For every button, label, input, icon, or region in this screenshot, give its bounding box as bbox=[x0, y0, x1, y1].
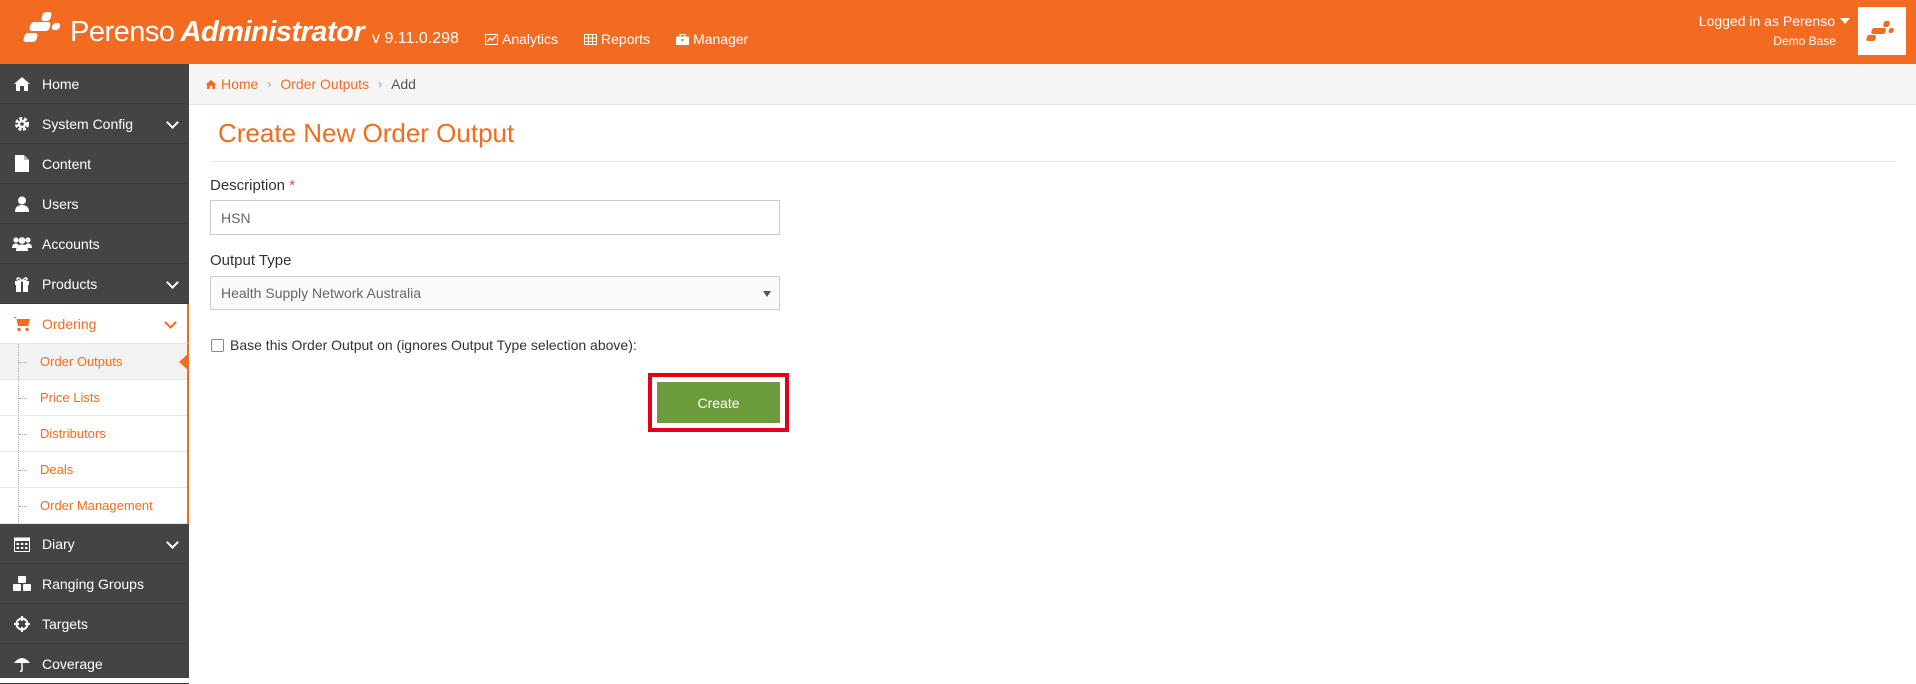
breadcrumb-current: Add bbox=[391, 76, 416, 92]
base-order-output-label: Base this Order Output on (ignores Outpu… bbox=[230, 337, 637, 353]
sidebar-item-targets[interactable]: Targets bbox=[0, 604, 189, 644]
breadcrumb: Home › Order Outputs › Add bbox=[189, 64, 1916, 105]
sidebar-item-users[interactable]: Users bbox=[0, 184, 189, 224]
nav-reports-label: Reports bbox=[601, 31, 651, 47]
table-icon bbox=[584, 33, 598, 45]
brand[interactable]: Perenso Administrator bbox=[22, 10, 365, 54]
chevron-down-icon bbox=[166, 276, 179, 289]
brand-name: Perenso bbox=[70, 15, 175, 48]
brand-suffix: Administrator bbox=[180, 15, 365, 48]
sidebar: Home System Config Content Users Account… bbox=[0, 64, 189, 684]
chevron-right-icon: › bbox=[378, 77, 383, 91]
submenu-item-order-outputs[interactable]: Order Outputs bbox=[0, 344, 189, 380]
database-name: Demo Base bbox=[1773, 34, 1836, 48]
home-icon bbox=[205, 79, 217, 89]
breadcrumb-home-label: Home bbox=[221, 76, 259, 92]
chart-icon bbox=[485, 33, 498, 45]
top-nav: Analytics Reports Manager bbox=[485, 31, 774, 47]
submenu-item-deals[interactable]: Deals bbox=[0, 452, 187, 488]
perenso-logo-icon bbox=[22, 12, 64, 52]
page-title: Create New Order Output bbox=[218, 118, 515, 148]
file-icon bbox=[12, 154, 32, 174]
required-marker: * bbox=[289, 177, 296, 194]
submenu-item-label: Distributors bbox=[40, 426, 106, 441]
chevron-down-icon bbox=[166, 116, 179, 129]
home-icon bbox=[12, 74, 32, 94]
output-type-value: Health Supply Network Australia bbox=[221, 285, 421, 301]
sidebar-item-products[interactable]: Products bbox=[0, 264, 189, 304]
umbrella-icon bbox=[12, 654, 32, 674]
sidebar-item-content[interactable]: Content bbox=[0, 144, 189, 184]
breadcrumb-order-outputs[interactable]: Order Outputs bbox=[280, 76, 369, 92]
output-type-label: Output Type bbox=[210, 252, 292, 269]
output-type-select[interactable]: Health Supply Network Australia bbox=[210, 276, 780, 310]
sidebar-item-label: Ranging Groups bbox=[42, 575, 144, 592]
caret-down-icon bbox=[1840, 18, 1850, 24]
gear-icon bbox=[12, 114, 32, 134]
submenu-item-label: Order Outputs bbox=[40, 354, 123, 369]
caret-down-icon bbox=[763, 291, 771, 297]
sidebar-item-accounts[interactable]: Accounts bbox=[0, 224, 189, 264]
sidebar-item-label: Users bbox=[42, 195, 79, 212]
crosshairs-icon bbox=[12, 614, 32, 634]
chevron-down-icon bbox=[166, 536, 179, 549]
submenu-item-distributors[interactable]: Distributors bbox=[0, 416, 187, 452]
sidebar-item-coverage[interactable]: Coverage bbox=[0, 644, 189, 684]
user-menu[interactable]: Logged in as Perenso Demo Base bbox=[1699, 13, 1850, 48]
nav-reports[interactable]: Reports bbox=[584, 31, 650, 47]
active-pointer-icon bbox=[179, 353, 189, 371]
breadcrumb-home[interactable]: Home bbox=[205, 76, 258, 92]
description-value: HSN bbox=[221, 209, 251, 226]
sidebar-item-diary[interactable]: Diary bbox=[0, 524, 189, 564]
submenu-item-order-management[interactable]: Order Management bbox=[0, 488, 187, 524]
create-button[interactable]: Create bbox=[657, 382, 780, 423]
base-order-output-checkbox[interactable] bbox=[211, 339, 224, 352]
sidebar-item-label: Content bbox=[42, 155, 92, 172]
description-label: Description * bbox=[210, 177, 296, 194]
sidebar-item-home[interactable]: Home bbox=[0, 64, 189, 104]
sidebar-item-label: Ordering bbox=[42, 315, 97, 332]
company-logo-icon[interactable] bbox=[1858, 7, 1906, 55]
gift-icon bbox=[12, 274, 32, 294]
sidebar-item-label: Diary bbox=[42, 535, 75, 552]
cubes-icon bbox=[12, 574, 32, 594]
sidebar-item-label: Home bbox=[42, 75, 80, 92]
sidebar-item-ordering[interactable]: Ordering bbox=[0, 304, 189, 344]
sidebar-item-system-config[interactable]: System Config bbox=[0, 104, 189, 144]
sidebar-item-label: Coverage bbox=[42, 655, 103, 672]
sidebar-item-label: System Config bbox=[42, 115, 134, 132]
submenu-item-label: Price Lists bbox=[40, 390, 100, 405]
chevron-down-icon bbox=[164, 316, 177, 329]
title-divider bbox=[210, 161, 1896, 162]
nav-manager[interactable]: Manager bbox=[676, 31, 748, 47]
description-field[interactable]: HSN bbox=[210, 200, 780, 235]
chevron-right-icon: › bbox=[267, 77, 272, 91]
cart-icon bbox=[12, 314, 32, 334]
sidebar-item-label: Targets bbox=[42, 615, 88, 632]
top-bar: Perenso Administrator v 9.11.0.298 Analyt… bbox=[0, 0, 1916, 64]
sidebar-item-label: Accounts bbox=[42, 235, 100, 252]
nav-analytics[interactable]: Analytics bbox=[485, 31, 558, 47]
version-label: v 9.11.0.298 bbox=[372, 30, 459, 47]
submenu-item-price-lists[interactable]: Price Lists bbox=[0, 380, 187, 416]
calendar-icon bbox=[12, 534, 32, 554]
sidebar-item-label: Products bbox=[42, 275, 98, 292]
sidebar-item-ranging-groups[interactable]: Ranging Groups bbox=[0, 564, 189, 604]
logged-in-text: Logged in as Perenso bbox=[1698, 13, 1835, 29]
nav-manager-label: Manager bbox=[693, 31, 749, 47]
user-icon bbox=[12, 194, 32, 214]
briefcase-icon bbox=[676, 33, 690, 45]
submenu-item-label: Order Management bbox=[40, 498, 153, 513]
users-icon bbox=[12, 234, 32, 254]
nav-analytics-label: Analytics bbox=[502, 31, 559, 47]
ordering-submenu: Order Outputs Price Lists Distributors D… bbox=[0, 344, 189, 524]
submenu-item-label: Deals bbox=[40, 462, 74, 477]
